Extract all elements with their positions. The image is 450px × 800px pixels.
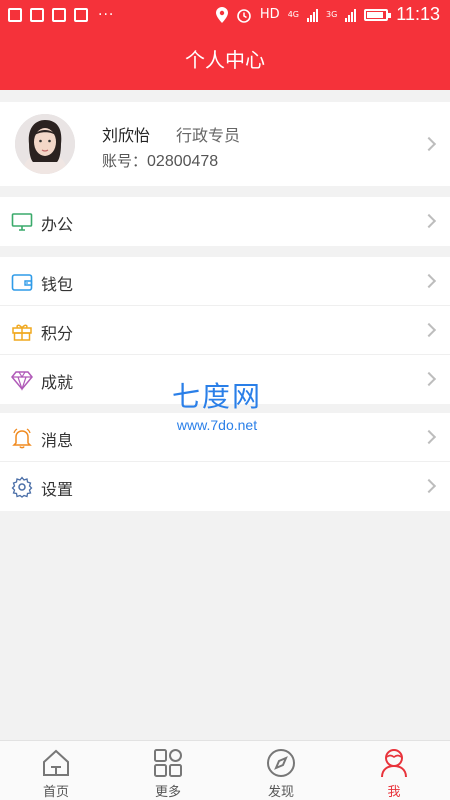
menu-item-settings[interactable]: 设置 <box>0 462 450 511</box>
user-icon <box>381 749 407 778</box>
compass-icon <box>267 749 295 777</box>
page-title: 个人中心 <box>185 48 265 72</box>
notification-icons: ··· <box>8 7 114 23</box>
location-icon <box>215 6 228 23</box>
bottom-nav: 首页 更多 发现 我 <box>0 740 450 800</box>
chevron-right-icon <box>421 213 437 229</box>
account-number: 02800478 <box>147 153 219 170</box>
alarm-icon <box>237 8 251 23</box>
image-icon <box>52 8 66 22</box>
tab-label: 更多 <box>154 785 181 800</box>
tab-more[interactable]: 更多 <box>112 741 224 800</box>
grid-icon <box>154 749 182 777</box>
user-role: 行政专员 <box>176 126 241 145</box>
chevron-right-icon <box>421 478 437 494</box>
chevron-right-icon <box>421 429 437 445</box>
network-3g: 3G <box>325 10 338 19</box>
diamond-icon <box>11 371 33 391</box>
network-type: HD <box>259 7 280 22</box>
tab-label: 我 <box>387 785 401 800</box>
home-icon <box>43 749 69 776</box>
monitor-icon <box>11 213 33 231</box>
menu-group-office: 办公 <box>0 197 450 246</box>
tab-label: 首页 <box>42 785 69 800</box>
network-4g: 4G <box>287 10 299 19</box>
profile-card[interactable]: 刘欣怡 行政专员 账号：02800478 <box>0 102 450 186</box>
menu-item-label: 成就 <box>41 373 74 392</box>
signal-2-icon <box>345 8 357 22</box>
tab-label: 发现 <box>267 785 294 800</box>
apps-icon <box>74 8 88 22</box>
more-notifications-icon: ··· <box>98 7 115 23</box>
menu-item-label: 积分 <box>41 324 74 343</box>
menu-item-label: 办公 <box>41 215 74 234</box>
bell-icon <box>12 428 32 449</box>
message-icon <box>30 8 44 22</box>
chevron-right-icon <box>421 273 437 289</box>
watermark: 七度网 www.7do.net <box>172 375 262 433</box>
user-name: 刘欣怡 <box>102 126 151 145</box>
menu-item-points[interactable]: 积分 <box>0 306 450 355</box>
account-line: 账号：02800478 <box>102 150 218 171</box>
clock: 11:13 <box>396 4 440 24</box>
watermark-title: 七度网 <box>172 380 263 413</box>
signal-icon <box>306 8 318 22</box>
tab-me[interactable]: 我 <box>338 741 450 800</box>
battery-icon <box>364 8 392 21</box>
status-right: HD 4G 3G 11:13 <box>215 4 440 25</box>
notification-icon <box>8 8 22 22</box>
menu-item-label: 钱包 <box>41 275 74 294</box>
avatar <box>15 114 75 174</box>
gift-icon <box>12 324 32 341</box>
chevron-right-icon <box>421 322 437 338</box>
account-label: 账号： <box>102 152 148 170</box>
menu-item-label: 设置 <box>41 480 74 499</box>
chevron-right-icon <box>421 371 437 387</box>
tab-home[interactable]: 首页 <box>0 741 112 800</box>
chevron-right-icon <box>421 136 437 152</box>
watermark-url: www.7do.net <box>176 417 258 433</box>
gear-icon <box>11 476 33 498</box>
menu-item-office[interactable]: 办公 <box>0 197 450 246</box>
menu-item-label: 消息 <box>41 431 74 450</box>
wallet-icon <box>11 274 33 291</box>
tab-discover[interactable]: 发现 <box>225 741 337 800</box>
menu-item-wallet[interactable]: 钱包 <box>0 257 450 306</box>
status-bar: ··· HD 4G 3G 11:13 <box>0 0 450 30</box>
app-header: ··· HD 4G 3G 11:13 个人中心 <box>0 0 450 90</box>
avatar-image <box>15 114 75 174</box>
